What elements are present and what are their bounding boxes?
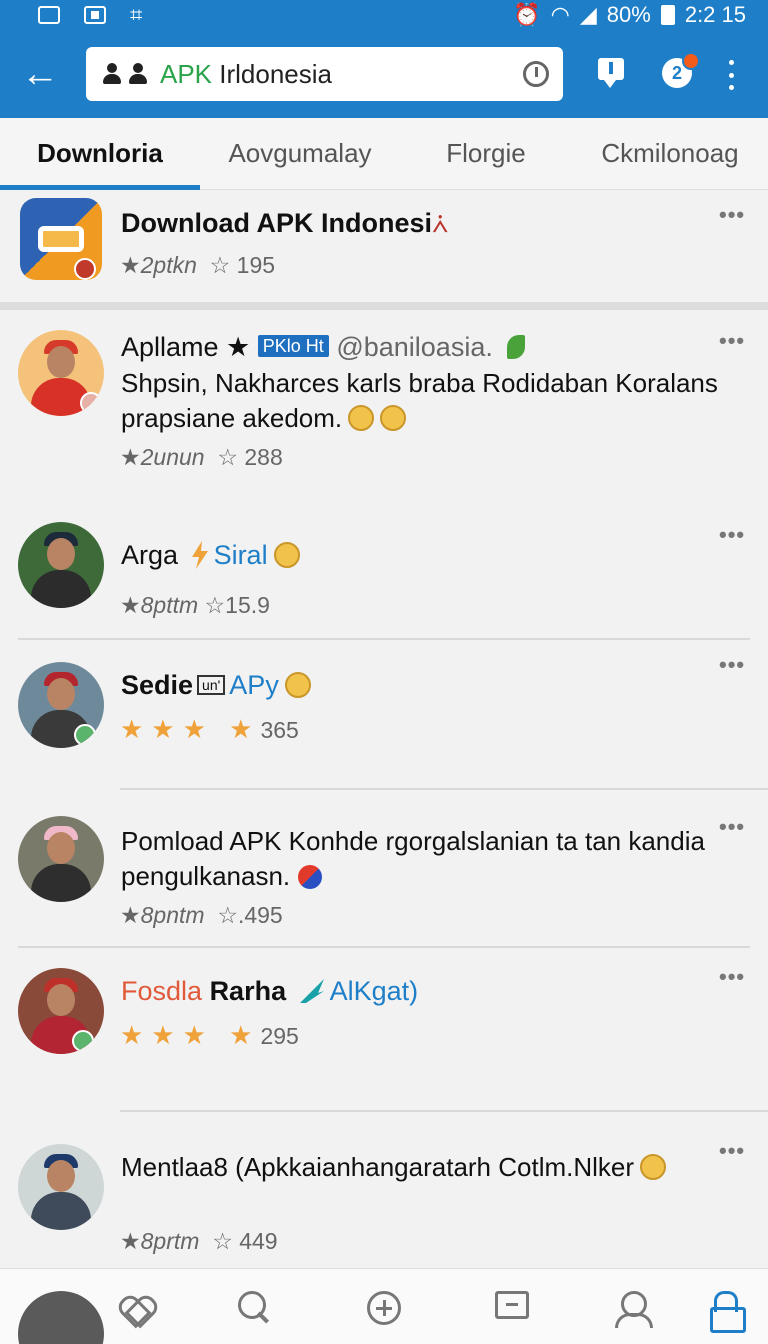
message-icon[interactable] — [495, 1291, 529, 1319]
avatar[interactable] — [18, 1144, 104, 1230]
tab-aovgumalay[interactable]: Aovgumalay — [200, 118, 400, 190]
clock-time: 2:2 15 — [684, 2, 746, 27]
battery-icon — [660, 5, 675, 25]
app-notification-icon — [84, 6, 106, 24]
leaf-emoji-icon — [506, 335, 525, 359]
sparkle-emoji-icon — [380, 405, 407, 431]
avatar[interactable] — [18, 816, 104, 902]
signal-hash-icon: ⌗ — [130, 2, 143, 27]
more-options-icon[interactable]: ••• — [719, 814, 745, 840]
overflow-menu-icon[interactable] — [726, 60, 736, 90]
avatar[interactable] — [18, 968, 104, 1054]
list-divider — [120, 788, 768, 790]
more-options-icon[interactable]: ••• — [719, 522, 745, 548]
avatar[interactable] — [18, 662, 104, 748]
notification-count: 2 — [671, 62, 682, 83]
history-icon[interactable] — [523, 61, 549, 87]
current-user-avatar[interactable] — [18, 1291, 104, 1344]
tab-downloria[interactable]: Downloria — [0, 118, 200, 190]
more-options-icon[interactable]: ••• — [719, 328, 745, 354]
app-card[interactable]: Download APK Indonesi⩑ ★2ptkn ☆ 195 ••• — [0, 190, 768, 300]
add-circle-icon[interactable] — [367, 1291, 401, 1325]
more-options-icon[interactable]: ••• — [719, 964, 745, 990]
rating-stars: ★★★ ★ — [120, 714, 261, 744]
author-link[interactable]: AlKgat) — [330, 976, 419, 1006]
post-author[interactable]: Fosdla Rarha AlKgat) — [121, 976, 418, 1007]
heart-icon[interactable] — [118, 1291, 152, 1325]
post-rating: ★★★ ★295 — [120, 1020, 299, 1050]
avatar[interactable] — [18, 522, 104, 608]
post-meta: ★8pntm ☆.495 — [120, 902, 283, 928]
list-item[interactable]: Apllame ★ PKlo Ht @baniloasia. Shpsin, N… — [0, 310, 768, 510]
search-query[interactable]: APK Irldonesia — [160, 59, 523, 90]
post-meta: ★2ptkn ☆ 195 — [120, 252, 276, 278]
post-text: Pomload APK Konhde rgorgalslanian ta tan… — [121, 826, 705, 891]
battery-percent: 80% — [606, 2, 651, 27]
app-card-title[interactable]: Download APK Indonesi⩑ — [121, 208, 448, 240]
tab-bar: Downloria Aovgumalay Florgie Ckmilonoag — [0, 118, 768, 190]
more-options-icon[interactable]: ••• — [719, 652, 745, 678]
list-divider — [120, 1110, 768, 1112]
rating-stars: ★★★ ★ — [120, 1020, 261, 1050]
list-item[interactable]: Fosdla Rarha AlKgat) ★★★ ★295 ••• — [0, 950, 768, 1110]
smile-emoji-icon — [348, 405, 375, 431]
flag-emoji-icon — [298, 865, 323, 889]
post-author[interactable]: Apllame ★ PKlo Ht @baniloasia. — [121, 332, 525, 363]
author-handle[interactable]: @baniloasia. — [336, 332, 493, 362]
author-box-tag: un' — [197, 675, 226, 695]
list-item[interactable]: Mentlaa8 (Apkkaianhangaratarh Cotlm.Nlke… — [0, 1114, 768, 1268]
author-link[interactable]: APy — [229, 670, 279, 700]
feed-list: Download APK Indonesi⩑ ★2ptkn ☆ 195 ••• … — [0, 190, 768, 1268]
list-divider — [18, 638, 750, 640]
gallery-icon — [38, 6, 60, 24]
list-item[interactable]: Pomload APK Konhde rgorgalslanian ta tan… — [0, 792, 768, 942]
cell-signal-icon: ◢ — [579, 2, 597, 27]
tab-ckmilonoag[interactable]: Ckmilonoag — [572, 118, 768, 190]
post-author[interactable]: Arga Siral — [121, 540, 300, 571]
list-item[interactable]: Sedie un' APy ★★★ ★365 ••• — [0, 642, 768, 792]
search-bar[interactable]: APK Irldonesia — [86, 47, 563, 101]
search-icon[interactable] — [238, 1291, 272, 1325]
avatar[interactable] — [18, 330, 104, 416]
report-flag-icon[interactable] — [598, 58, 624, 88]
post-rating: ★★★ ★365 — [120, 714, 299, 744]
post-meta: ★2unun ☆ 288 — [120, 444, 283, 470]
wifi-icon: ◠ — [550, 2, 570, 27]
list-divider — [18, 946, 750, 948]
app-logo-icon — [20, 198, 102, 280]
section-divider — [0, 302, 768, 310]
post-text: Shpsin, Nakharces karls braba Rodidaban … — [121, 368, 718, 433]
author-link[interactable]: Siral — [214, 540, 268, 570]
notifications-icon[interactable]: 2 — [662, 52, 700, 88]
list-item[interactable]: Arga Siral ★8pttm ☆15.9 ••• — [0, 510, 768, 640]
more-options-icon[interactable]: ••• — [719, 1138, 745, 1164]
profile-icon[interactable] — [615, 1291, 653, 1328]
lock-icon[interactable] — [710, 1291, 746, 1333]
people-icon — [102, 63, 148, 85]
coin-emoji-icon — [284, 672, 311, 698]
post-author[interactable]: Sedie un' APy — [121, 670, 311, 701]
post-text: Mentlaa8 (Apkkaianhangaratarh Cotlm.Nlke… — [121, 1150, 721, 1185]
tab-florgie[interactable]: Florgie — [400, 118, 572, 190]
more-options-icon[interactable]: ••• — [719, 202, 745, 228]
status-bar: ⌗ ⏰ ◠ ◢ 80% 2:2 15 — [0, 0, 768, 30]
post-meta: ★8pttm ☆15.9 — [120, 592, 270, 618]
notification-dot — [682, 52, 700, 70]
bottom-navigation — [0, 1268, 768, 1344]
author-name-accent: Fosdla — [121, 976, 203, 1006]
alarm-icon: ⏰ — [513, 2, 541, 27]
author-tag: PKlo Ht — [257, 335, 329, 357]
back-arrow-icon[interactable]: ← — [0, 30, 80, 118]
hug-emoji-icon — [640, 1154, 667, 1180]
post-meta: ★8prtm ☆ 449 — [120, 1228, 278, 1254]
grimace-emoji-icon — [273, 542, 300, 568]
app-bar: ← APK Irldonesia 2 — [0, 30, 768, 118]
